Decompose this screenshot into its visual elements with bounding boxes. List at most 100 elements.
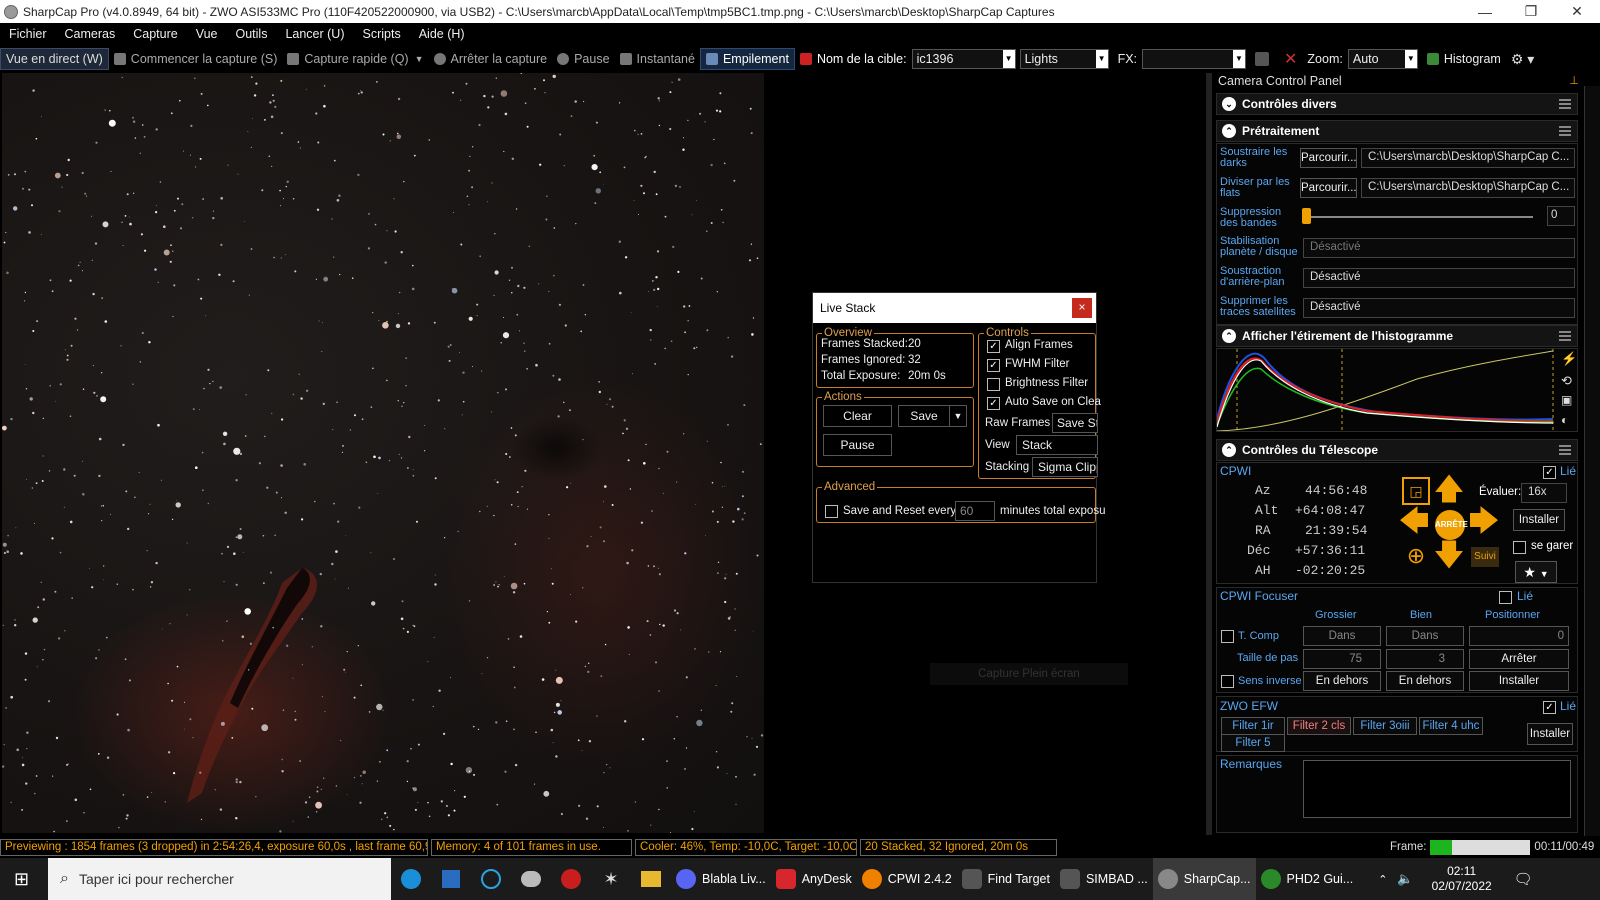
minutes-stepper[interactable]: 60	[955, 501, 995, 521]
save-icon[interactable]: ▣	[1561, 393, 1572, 407]
east-arrow-icon[interactable]: 🡆	[1467, 507, 1501, 537]
start-capture-button[interactable]: Commencer la capture (S)	[109, 48, 283, 70]
stop-capture-button[interactable]: Arrêter la capture	[429, 48, 553, 70]
brightness-filter-checkbox[interactable]	[987, 378, 1000, 391]
crosshair-icon[interactable]: ✕	[1279, 48, 1302, 70]
park-target-icon[interactable]: ⊕	[1399, 541, 1433, 571]
menu-icon[interactable]	[1559, 99, 1571, 109]
flats-path-select[interactable]: C:\Users\marcb\Desktop\SharpCap C...	[1361, 178, 1575, 198]
clear-button[interactable]: Clear	[823, 405, 892, 427]
darks-path-select[interactable]: C:\Users\marcb\Desktop\SharpCap C...	[1361, 148, 1575, 168]
banding-slider-thumb[interactable]	[1302, 208, 1311, 224]
focus-out-coarse-button[interactable]: En dehors	[1303, 671, 1381, 691]
focuser-stop-button[interactable]: Arrêter	[1469, 649, 1569, 669]
taskbar-search-input[interactable]: ⌕ Taper ici pour rechercher	[48, 858, 391, 900]
taskbar-app-anydesk[interactable]: AnyDesk	[771, 858, 857, 900]
panel-scrollbar[interactable]	[1584, 86, 1600, 836]
frame-type-select[interactable]: Lights ▼	[1019, 49, 1109, 69]
snapshot-button[interactable]: Instantané	[615, 48, 700, 70]
taskbar-app-discord[interactable]: Blabla Liv...	[671, 858, 771, 900]
histogram-button[interactable]: Histogram	[1422, 48, 1506, 70]
reverse-checkbox[interactable]	[1221, 675, 1234, 688]
target-name-input[interactable]: ic1396 ▼	[911, 49, 1016, 69]
efw-linked-checkbox[interactable]: ✓	[1543, 701, 1556, 714]
live-stack-close-button[interactable]: ×	[1072, 298, 1092, 318]
live-stack-titlebar[interactable]: Live Stack ×	[813, 293, 1096, 323]
filter-5-button[interactable]: Filter 5	[1221, 734, 1285, 752]
darks-browse-button[interactable]: Parcourir...	[1300, 148, 1357, 168]
menu-fichier[interactable]: Fichier	[0, 27, 56, 41]
edge-icon[interactable]	[391, 858, 431, 900]
fine-step-stepper[interactable]: 3	[1386, 649, 1464, 669]
banding-slider-track[interactable]	[1305, 216, 1533, 218]
lightning-icon[interactable]: ⚡	[1561, 351, 1577, 367]
stop-mount-button[interactable]: ARRÊTE	[1435, 510, 1468, 540]
chevron-down-icon[interactable]: ▼	[1233, 50, 1246, 68]
histogram-plot[interactable]	[1216, 349, 1557, 432]
reset-icon[interactable]: ⟲	[1561, 373, 1572, 389]
mount-install-button[interactable]: Installer	[1513, 509, 1565, 531]
close-button[interactable]: ✕	[1554, 3, 1600, 20]
mount-linked-checkbox[interactable]: ✓	[1543, 466, 1556, 479]
save-button[interactable]: Save	[898, 405, 950, 427]
taskbar-app-simbad[interactable]: SIMBAD ...	[1055, 858, 1153, 900]
focuser-linked-checkbox[interactable]	[1499, 591, 1512, 604]
menu-icon[interactable]	[1559, 126, 1571, 136]
focus-out-fine-button[interactable]: En dehors	[1386, 671, 1464, 691]
tracking-button[interactable]: Suivi	[1471, 547, 1499, 567]
filter-2-button[interactable]: Filter 2 cls	[1287, 717, 1351, 735]
section-telescope-controls[interactable]: ⌃ Contrôles du Télescope	[1216, 439, 1578, 461]
contrast-icon[interactable]: ◐	[1561, 413, 1568, 427]
menu-icon[interactable]	[1559, 331, 1571, 341]
stacking-button[interactable]: Empilement	[699, 48, 795, 70]
chevron-down-icon[interactable]: ▼	[1404, 50, 1417, 68]
stellarium-icon[interactable]: ✶	[591, 858, 631, 900]
filter-3-button[interactable]: Filter 3oiii	[1353, 717, 1417, 735]
satellite-removal-select[interactable]: Désactivé	[1303, 298, 1575, 318]
weather-app-icon[interactable]	[511, 858, 551, 900]
goto-target-icon[interactable]: ◲	[1402, 477, 1430, 505]
menu-scripts[interactable]: Scripts	[354, 27, 410, 41]
view-select[interactable]: Stack	[1016, 435, 1098, 455]
filter-4-button[interactable]: Filter 4 uhc	[1419, 717, 1483, 735]
efw-install-button[interactable]: Installer	[1527, 723, 1573, 745]
quick-capture-button[interactable]: Capture rapide (Q) ▼	[282, 48, 428, 70]
menu-lancer[interactable]: Lancer (U)	[276, 27, 353, 41]
south-arrow-icon[interactable]: 🡇	[1432, 541, 1466, 571]
menu-capture[interactable]: Capture	[124, 27, 186, 41]
pause-stack-button[interactable]: Pause	[823, 434, 892, 456]
section-histogram-stretch[interactable]: ⌃ Afficher l'étirement de l'histogramme	[1216, 325, 1578, 347]
settings-icon[interactable]: ⚙ ▾	[1506, 48, 1539, 70]
menu-icon[interactable]	[1559, 445, 1571, 455]
live-image-viewport[interactable]	[2, 72, 764, 834]
star-select[interactable]: ★ ▼	[1515, 561, 1557, 583]
coarse-step-stepper[interactable]: 75	[1303, 649, 1381, 669]
panel-splitter[interactable]	[1206, 73, 1212, 835]
notes-textarea[interactable]	[1303, 760, 1571, 818]
banding-value-input[interactable]: 0	[1547, 206, 1575, 226]
chevron-down-icon[interactable]: ▼	[415, 54, 424, 64]
rate-select[interactable]: 16x	[1521, 483, 1567, 503]
capture-fullscreen-button[interactable]: Capture Plein écran	[930, 663, 1128, 685]
menu-aide[interactable]: Aide (H)	[410, 27, 474, 41]
grid-icon[interactable]	[1250, 48, 1279, 70]
fwhm-filter-checkbox[interactable]: ✓	[987, 359, 1000, 372]
menu-cameras[interactable]: Cameras	[56, 27, 125, 41]
chevron-down-icon[interactable]: ▼	[1095, 50, 1108, 68]
file-explorer-icon[interactable]	[631, 858, 671, 900]
park-checkbox[interactable]	[1513, 541, 1526, 554]
minimize-button[interactable]: —	[1462, 4, 1508, 20]
focus-position-input[interactable]: 0	[1469, 626, 1569, 646]
fx-select[interactable]: ▼	[1142, 49, 1247, 69]
stacking-method-select[interactable]: Sigma Clipp	[1032, 457, 1098, 477]
chevron-down-icon[interactable]: ▼	[1002, 50, 1015, 68]
save-options-chevron-down-icon[interactable]: ▼	[949, 405, 967, 427]
west-arrow-icon[interactable]: 🡄	[1397, 507, 1431, 537]
north-arrow-icon[interactable]: 🡅	[1432, 475, 1466, 505]
focus-in-fine-button[interactable]: Dans	[1386, 626, 1464, 646]
windows-start-icon[interactable]: ⊞	[14, 869, 29, 890]
menu-vue[interactable]: Vue	[187, 27, 227, 41]
taskbar-app-cpwi[interactable]: CPWI 2.4.2	[857, 858, 957, 900]
stabilisation-select[interactable]: Désactivé	[1303, 238, 1575, 258]
live-view-button[interactable]: Vue en direct (W)	[0, 48, 109, 70]
